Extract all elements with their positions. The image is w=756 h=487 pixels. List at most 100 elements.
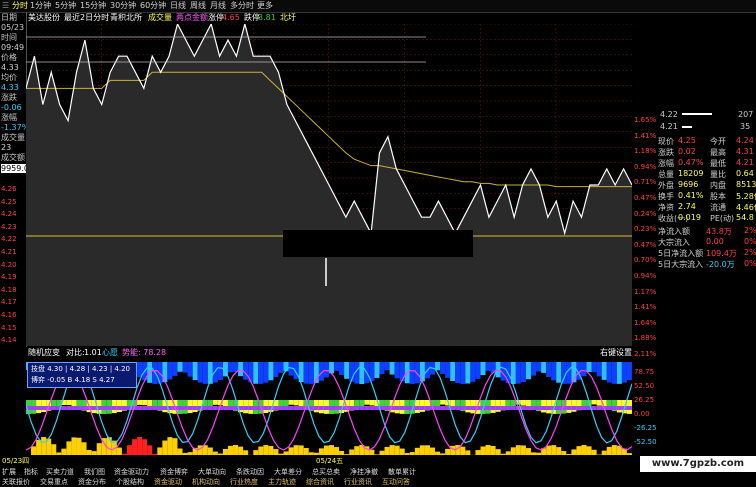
date-marker: 05/24五 [316, 457, 344, 465]
flow-cell: 5日净流入额 [658, 249, 704, 258]
histogram-bar [556, 406, 562, 410]
histogram-bar [334, 447, 340, 455]
histogram-bar [182, 362, 188, 373]
indicator-tab[interactable]: 指标 [24, 467, 38, 477]
histogram-bar [525, 406, 531, 410]
tab-multi[interactable]: 多分时 [230, 0, 254, 12]
histogram-bar [541, 362, 547, 373]
flow-cell: 5日大宗流入 [658, 260, 704, 269]
quote-cell: 换手 [658, 192, 674, 201]
tab-month[interactable]: 月线 [210, 0, 226, 12]
histogram-bar [495, 400, 501, 412]
indicator-tab[interactable]: 资金博弈 [160, 467, 188, 477]
indicator-tab[interactable]: 大单差分 [274, 467, 302, 477]
info-tab[interactable]: 综合资讯 [306, 477, 334, 487]
price-tick: 4.26 [1, 185, 17, 193]
indicator-tab[interactable]: 我们图 [84, 467, 105, 477]
indicator-tab[interactable]: 条跌动因 [236, 467, 264, 477]
info-tab[interactable]: 主力轨迹 [268, 477, 296, 487]
histogram-bar [581, 445, 587, 455]
histogram-bar [51, 444, 57, 455]
histogram-bar [283, 400, 289, 407]
histogram-bar [354, 406, 360, 410]
price-tick: 4.25 [1, 197, 17, 206]
mood-value: 势能: 78.28 [122, 348, 167, 357]
tooltip-line1: 技盘 4.30 | 4.28 | 4.23 | 4.20 [31, 365, 130, 373]
bid-vol-1: 207 [738, 110, 754, 119]
quote-cell: 0.64 [736, 169, 754, 178]
indicator-tick: 78.75 [634, 368, 655, 376]
histogram-bar [61, 406, 67, 410]
histogram-bar [233, 445, 239, 455]
histogram-bar [228, 445, 233, 455]
indicator-tab[interactable]: 买卖力道 [46, 467, 74, 477]
tab-5min[interactable]: 5分钟 [55, 0, 76, 12]
histogram-bar [268, 362, 274, 381]
date-marker: 05/23四 [2, 457, 30, 465]
info-item[interactable]: 最近2日分时 [64, 12, 109, 24]
info-item[interactable]: 两点金额 [176, 12, 208, 24]
info-tab[interactable]: 资金分布 [78, 477, 106, 487]
histogram-bar [96, 443, 102, 455]
info-tab[interactable]: 机构动向 [192, 477, 220, 487]
indicator-tab[interactable]: 大单动向 [198, 467, 226, 477]
tab-30min[interactable]: 30分钟 [110, 0, 136, 12]
indicator-tab[interactable]: 扩展 [2, 467, 16, 477]
info-tab[interactable]: 行业热度 [230, 477, 258, 487]
histogram-bar [91, 406, 97, 410]
quote-cell: 0.02 [678, 147, 696, 156]
histogram-bar [546, 362, 552, 377]
tab-60min[interactable]: 60分钟 [140, 0, 166, 12]
tab-week[interactable]: 周线 [190, 0, 206, 12]
histogram-bar [283, 406, 289, 410]
info-item[interactable]: 成交量 [148, 12, 172, 24]
histogram-bar [278, 362, 284, 373]
histogram-bar [127, 445, 132, 455]
flow-cell: 净流入额 [658, 227, 690, 236]
tab-more[interactable]: 更多 [257, 0, 273, 12]
indicator-tab[interactable]: 资金驱动力 [114, 467, 149, 477]
quote-cell: 最低 [710, 159, 726, 168]
tab-15min[interactable]: 15分钟 [80, 0, 106, 12]
info-tab[interactable]: 交易重点 [40, 477, 68, 487]
histogram-bar [101, 406, 107, 410]
histogram-bar [51, 406, 57, 410]
info-tab[interactable]: 互动问答 [382, 477, 410, 487]
indicator-tab[interactable]: 总买总卖 [312, 467, 340, 477]
right-click-setting[interactable]: 右键设置 [600, 347, 632, 359]
histogram-bar [394, 362, 400, 379]
histogram-bar [596, 362, 602, 377]
indicator-tooltip: 技盘 4.30 | 4.28 | 4.23 | 4.20 博弈 -0.05 B … [27, 362, 137, 388]
histogram-bar [581, 406, 587, 410]
tab-1min[interactable]: 1分钟 [30, 0, 51, 12]
price-label: 价格 [1, 53, 17, 62]
histogram-bar [586, 362, 592, 373]
tab-fenshi[interactable]: 分时 [12, 0, 28, 12]
info-tab[interactable]: 资金驱动 [154, 477, 182, 487]
time-label: 时间 [1, 33, 17, 42]
histogram-bar [384, 446, 390, 455]
menu-icon[interactable]: ☰ [2, 0, 9, 12]
info-tab[interactable]: 行业资讯 [344, 477, 372, 487]
info-tab[interactable]: 关联报价 [2, 477, 30, 487]
info-tab[interactable]: 个股结构 [116, 477, 144, 487]
indicator-title[interactable]: 随机应变 [28, 347, 60, 359]
info-item[interactable]: 青积北所 [110, 12, 142, 24]
histogram-bar [525, 448, 531, 455]
histogram-bar [202, 406, 208, 410]
histogram-bar [606, 406, 612, 410]
histogram-bar [329, 445, 334, 455]
histogram-bar [460, 362, 466, 384]
contrast-label: 对比: [66, 348, 85, 357]
tab-day[interactable]: 日线 [170, 0, 186, 12]
histogram-bar [142, 439, 148, 455]
histogram-bar [510, 400, 516, 407]
histogram-bar [36, 406, 42, 410]
indicator-tab[interactable]: 散单累计 [388, 467, 416, 477]
intraday-price-chart[interactable] [26, 24, 632, 346]
quote-cell: 18209 [678, 169, 704, 178]
indicator-tab[interactable]: 净挂净撤 [350, 467, 378, 477]
quote-cell: 9696 [678, 180, 699, 189]
indicator-tick: -26.25 [634, 424, 657, 432]
price-value: 4.33 [1, 63, 19, 72]
